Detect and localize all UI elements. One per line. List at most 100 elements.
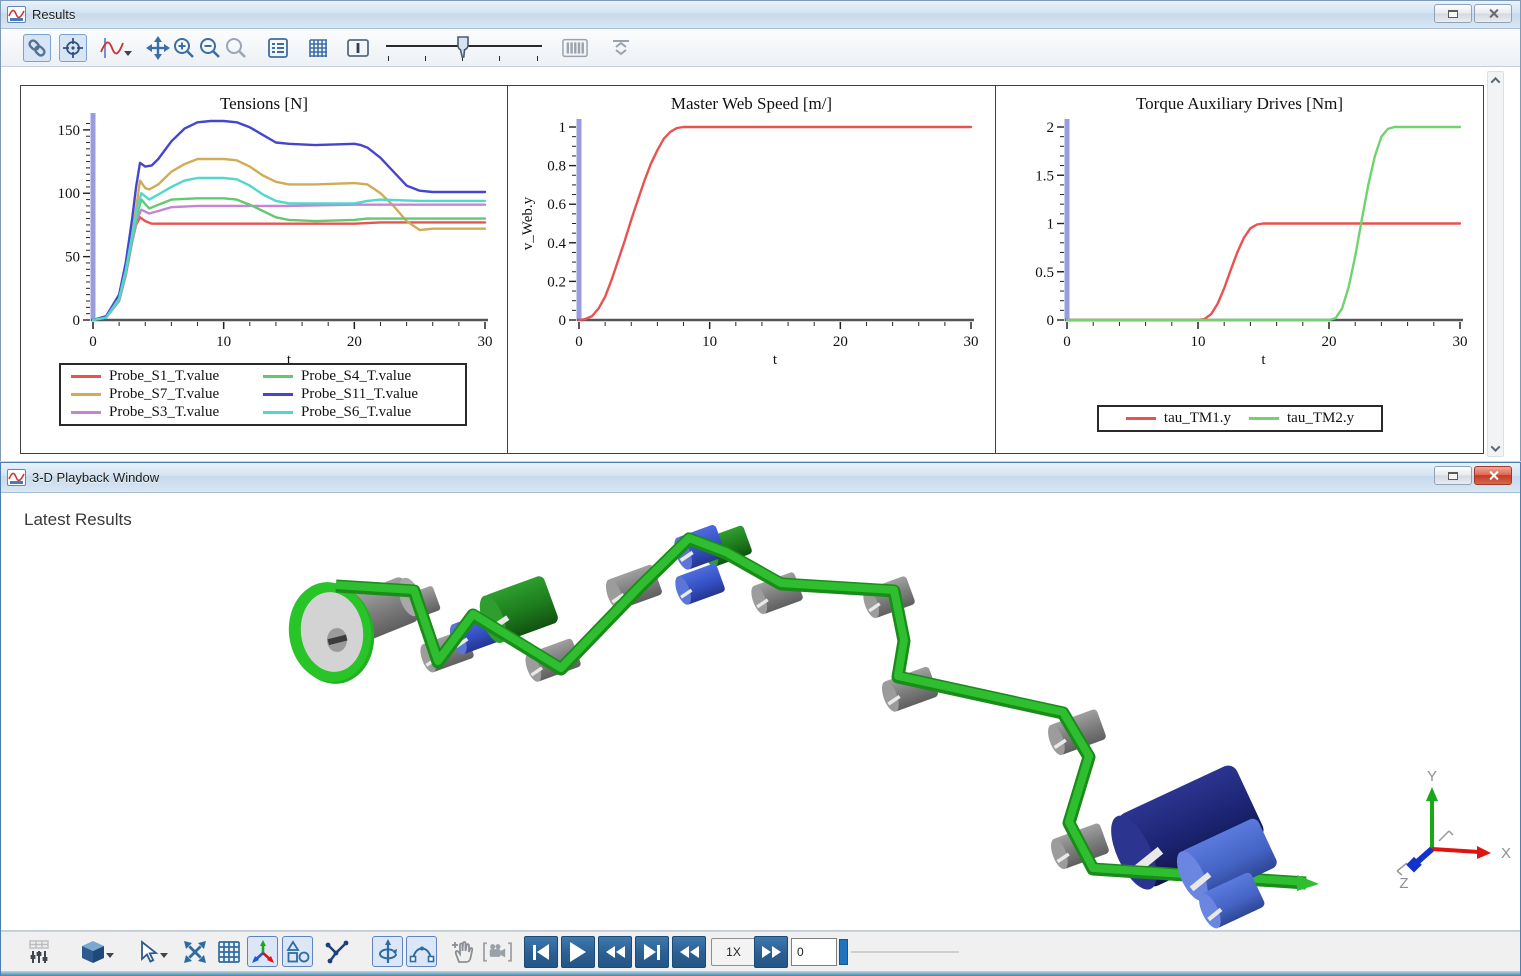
grid-button[interactable]: [304, 34, 332, 62]
playback-slider[interactable]: [839, 938, 959, 966]
series-tau_TM1.y: [1067, 224, 1460, 321]
torque-plot[interactable]: 00.511.520102030t: [996, 86, 1483, 453]
app-chart-icon: [7, 6, 26, 23]
camera-view-button[interactable]: [482, 936, 513, 967]
expand-view-button[interactable]: [179, 936, 210, 967]
period-display-button[interactable]: [561, 34, 589, 62]
zoom-in-button[interactable]: [170, 34, 198, 62]
curve-dropdown-caret: [124, 51, 132, 56]
roller: [860, 575, 916, 620]
select-cursor-icon: [135, 940, 159, 964]
legend-item-tau_TM2.y[interactable]: tau_TM2.y: [1249, 410, 1354, 427]
legend-label: Probe_S11_T.value: [301, 386, 418, 403]
legend-label: Probe_S7_T.value: [109, 386, 219, 403]
zoom-out-icon: [198, 36, 222, 60]
skip-to-end-button[interactable]: [635, 936, 669, 968]
svg-text:20: 20: [1322, 334, 1337, 350]
scroll-up-button[interactable]: [1488, 72, 1503, 88]
plot-controls-button[interactable]: [23, 936, 54, 967]
close-button[interactable]: [1474, 4, 1512, 23]
legend-label: Probe_S4_T.value: [301, 368, 411, 385]
scroll-down-button[interactable]: [1488, 440, 1503, 456]
time-field[interactable]: 0: [791, 938, 837, 966]
zoom-out-button[interactable]: [196, 34, 224, 62]
curve-icon: [100, 36, 124, 60]
orbit-view-icon: [409, 939, 435, 965]
fit-vertical-button[interactable]: [607, 34, 635, 62]
pan-hand-button[interactable]: [447, 936, 478, 967]
time-slider-handle[interactable]: [456, 36, 470, 58]
legend-item-Probe_S7_T.value[interactable]: Probe_S7_T.value: [71, 386, 263, 403]
play-reverse-icon: [616, 946, 625, 958]
time-slider[interactable]: [384, 34, 544, 62]
svg-text:2: 2: [1047, 120, 1055, 136]
curve-style-button[interactable]: [93, 34, 131, 62]
show-axes-button[interactable]: [247, 936, 278, 967]
playback-slider-thumb[interactable]: [839, 939, 848, 965]
web-speed-plot[interactable]: 00.20.40.60.810102030tv_Web.y: [508, 86, 996, 453]
results-window: Results: [0, 0, 1521, 461]
play-reverse-button[interactable]: [598, 936, 632, 968]
svg-text:1: 1: [1047, 217, 1055, 233]
slower-button[interactable]: [672, 936, 706, 968]
svg-text:50: 50: [65, 250, 80, 266]
close-button[interactable]: [1474, 466, 1512, 485]
3d-viewport[interactable]: Y X Z Latest Results: [1, 493, 1520, 931]
show-shapes-button[interactable]: [282, 936, 313, 967]
results-titlebar[interactable]: Results: [1, 1, 1520, 29]
plots-area: Tensions [N] 0501001500102030t Probe_S1_…: [1, 67, 1520, 461]
play-button[interactable]: [561, 936, 595, 968]
svg-text:10: 10: [702, 334, 717, 350]
faster-button[interactable]: [754, 936, 788, 968]
legend-item-Probe_S3_T.value[interactable]: Probe_S3_T.value: [71, 404, 263, 421]
viewport-label: Latest Results: [24, 510, 132, 530]
legend-item-Probe_S4_T.value[interactable]: Probe_S4_T.value: [263, 368, 455, 385]
legend-swatch: [71, 375, 101, 378]
restore-button[interactable]: [1434, 466, 1472, 485]
chevron-up-icon: [1491, 76, 1501, 86]
legend-swatch: [263, 375, 293, 378]
web-speed-plot-panel[interactable]: Master Web Speed [m/] 00.20.40.60.810102…: [508, 86, 996, 453]
probe-value-button[interactable]: [344, 34, 372, 62]
view-cube-icon: [80, 939, 106, 965]
skip-to-start-button[interactable]: [524, 936, 558, 968]
orbit-view-button[interactable]: [406, 936, 437, 967]
plots-scrollbar[interactable]: [1487, 71, 1504, 457]
zoom-fit-button[interactable]: [222, 34, 250, 62]
legend-item-Probe_S11_T.value[interactable]: Probe_S11_T.value: [263, 386, 455, 403]
legend-list-button[interactable]: [264, 34, 292, 62]
svg-text:t: t: [773, 352, 778, 368]
grid-button[interactable]: [213, 936, 244, 967]
crosshair-icon: [61, 36, 85, 60]
shapes-icon: [285, 939, 311, 965]
legend-swatch: [263, 411, 293, 414]
probe-crosshair-button[interactable]: [59, 34, 87, 62]
spin-view-button[interactable]: [372, 936, 403, 967]
torque-plot-panel[interactable]: Torque Auxiliary Drives [Nm] 00.511.5201…: [996, 86, 1483, 453]
legend-label: Probe_S3_T.value: [109, 404, 219, 421]
svg-text:0: 0: [1063, 334, 1071, 350]
trace-lines-button[interactable]: [321, 936, 352, 967]
close-icon: [1488, 8, 1499, 19]
svg-text:10: 10: [1191, 334, 1206, 350]
app-chart-icon: [7, 469, 26, 486]
legend-item-Probe_S6_T.value[interactable]: Probe_S6_T.value: [263, 404, 455, 421]
playback-titlebar[interactable]: 3-D Playback Window: [1, 463, 1520, 493]
select-cursor-button[interactable]: [127, 936, 167, 967]
restore-button[interactable]: [1434, 4, 1472, 23]
restore-icon: [1448, 10, 1458, 18]
tensions-plot-panel[interactable]: Tensions [N] 0501001500102030t Probe_S1_…: [21, 86, 508, 453]
legend-item-Probe_S1_T.value[interactable]: Probe_S1_T.value: [71, 368, 263, 385]
view-cube-button[interactable]: [73, 936, 113, 967]
desktop: Results: [0, 0, 1521, 976]
legend-item-tau_TM1.y[interactable]: tau_TM1.y: [1126, 410, 1231, 427]
link-button[interactable]: [23, 34, 51, 62]
svg-text:20: 20: [347, 334, 362, 350]
axis-triad: Y X Z: [1397, 768, 1511, 892]
grid-icon: [306, 36, 330, 60]
skip-end-icon: [644, 944, 656, 960]
pan-button[interactable]: [144, 34, 172, 62]
roller: [672, 563, 726, 607]
legend-swatch: [263, 393, 293, 396]
plots-frame: Tensions [N] 0501001500102030t Probe_S1_…: [20, 85, 1484, 454]
